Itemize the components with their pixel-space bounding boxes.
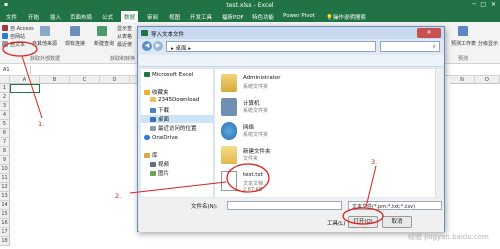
watermark: 经验 jingyan.baidu.com xyxy=(408,233,489,241)
arrow-line xyxy=(365,165,377,208)
highlight-circle xyxy=(2,41,38,57)
arrow-line xyxy=(129,181,227,194)
annotation-label: 3. xyxy=(371,158,378,166)
highlight-circle xyxy=(226,163,270,193)
highlight-circle xyxy=(342,207,384,225)
annotation-overlay xyxy=(2,41,384,225)
arrow-line xyxy=(21,55,43,119)
annotation-label: 2. xyxy=(115,192,122,200)
annotation-label: 1. xyxy=(38,120,45,128)
